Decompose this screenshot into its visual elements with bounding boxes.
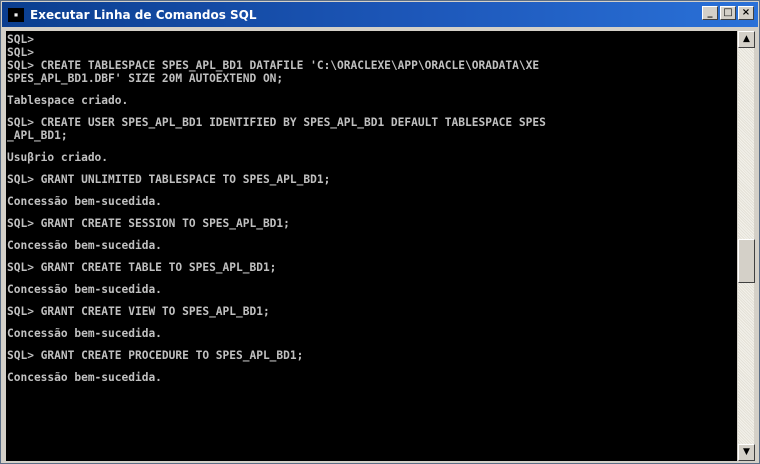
console-line: Tablespace criado. — [7, 94, 129, 107]
vertical-scrollbar[interactable]: ▲ ▼ — [737, 31, 755, 461]
console-line: Concessão bem-sucedida. — [7, 283, 162, 296]
title-bar[interactable]: ▪ Executar Linha de Comandos SQL _ □ × — [2, 2, 758, 27]
console-line: SQL> GRANT CREATE PROCEDURE TO SPES_APL_… — [7, 349, 304, 362]
console-output[interactable]: SQL> SQL> SQL> CREATE TABLESPACE SPES_APL_… — [6, 31, 737, 461]
console-line: SQL> GRANT CREATE SESSION TO SPES_APL_BD… — [7, 217, 290, 230]
window-title: Executar Linha de Comandos SQL — [30, 7, 257, 22]
console-line: _APL_BD1; — [7, 129, 68, 142]
console-line: SQL> GRANT UNLIMITED TABLESPACE TO SPES_… — [7, 173, 331, 186]
console-line: SPES_APL_BD1.DBF' SIZE 20M AUTOEXTEND ON… — [7, 72, 284, 85]
console-line: Concessão bem-sucedida. — [7, 327, 162, 340]
maximize-button[interactable]: □ — [720, 6, 736, 20]
console-window: ▪ Executar Linha de Comandos SQL _ □ × S… — [0, 0, 760, 464]
console-line: SQL> GRANT CREATE TABLE TO SPES_APL_BD1; — [7, 261, 277, 274]
console-line: SQL> GRANT CREATE VIEW TO SPES_APL_BD1; — [7, 305, 270, 318]
console-line: Concessão bem-sucedida. — [7, 195, 162, 208]
scroll-thumb[interactable] — [738, 239, 755, 283]
window-controls: _ □ × — [702, 6, 754, 20]
scroll-up-button[interactable]: ▲ — [738, 31, 755, 48]
console-line: SQL> CREATE USER SPES_APL_BD1 IDENTIFIED… — [7, 116, 546, 129]
console-line: Concessão bem-sucedida. — [7, 239, 162, 252]
close-button[interactable]: × — [738, 6, 754, 20]
console-line: SQL> CREATE TABLESPACE SPES_APL_BD1 DATA… — [7, 59, 540, 72]
console-line: Usuβrio criado. — [7, 151, 109, 164]
console-line: Concessão bem-sucedida. — [7, 371, 162, 384]
console-line: SQL> — [7, 46, 34, 59]
scroll-down-button[interactable]: ▼ — [738, 444, 755, 461]
terminal-icon[interactable]: ▪ — [8, 7, 24, 22]
minimize-button[interactable]: _ — [702, 6, 718, 20]
console-line: SQL> — [7, 33, 34, 46]
